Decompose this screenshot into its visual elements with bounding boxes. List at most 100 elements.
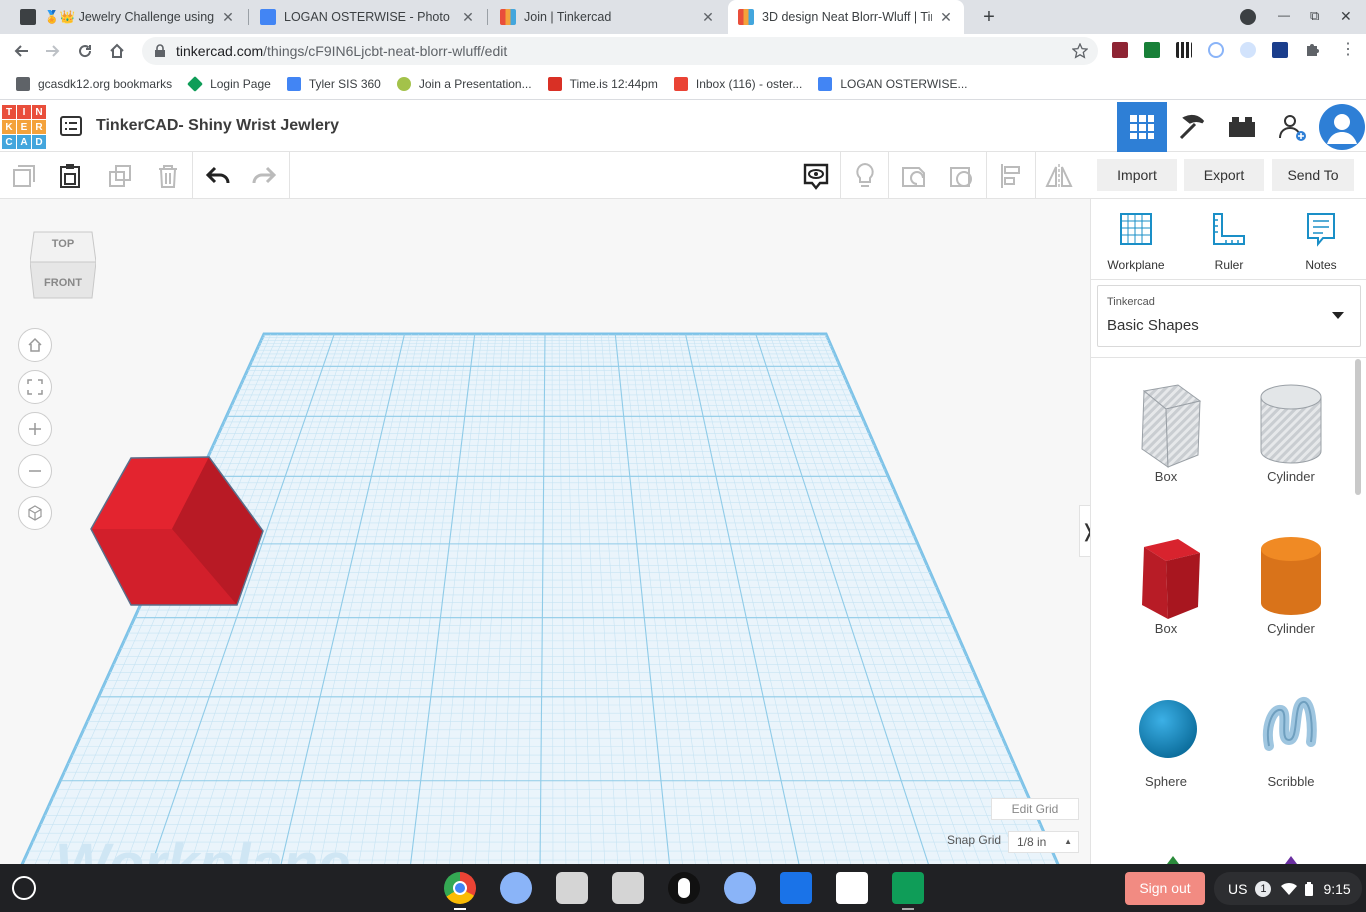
design-title[interactable]: TinkerCAD- Shiny Wrist Jewlery [96,117,339,135]
shape-library-select[interactable]: Tinkercad Basic Shapes [1097,285,1361,347]
hole-button[interactable] [946,160,978,192]
panel-collapse-toggle[interactable]: ❭ [1079,505,1090,557]
chrome-app-icon[interactable] [444,872,476,904]
bookmark-item[interactable]: Inbox (116) - oster... [666,76,811,91]
perspective-toggle-button[interactable] [18,496,52,530]
duplicate-button[interactable] [104,160,136,192]
show-all-button[interactable] [800,160,832,192]
solid-button[interactable] [898,160,930,192]
shape-hole-cylinder[interactable]: Cylinder [1236,379,1346,519]
dashlane-extension-icon[interactable] [1272,42,1288,58]
shape-scribble[interactable]: Scribble [1236,684,1346,824]
hints-button[interactable] [849,160,881,192]
bookmark-item[interactable]: Tyler SIS 360 [279,76,389,91]
close-tab-icon[interactable]: ✕ [460,9,476,26]
logo-letter: T [2,105,16,119]
redo-button[interactable] [248,160,280,192]
browser-tab[interactable]: Join | Tinkercad ✕ [490,0,726,34]
toolbar-divider [986,152,987,198]
shape-box[interactable]: Box [1111,531,1221,671]
qr-code-extension-icon[interactable] [1176,42,1192,58]
import-button[interactable]: Import [1097,159,1177,191]
notes-tool[interactable]: Notes [1286,211,1356,272]
extension-icon[interactable] [1112,42,1128,58]
shape-hole-box[interactable]: Box [1111,379,1221,519]
send-to-button[interactable]: Send To [1272,159,1354,191]
bookmark-item[interactable]: gcasdk12.org bookmarks [8,76,180,91]
shape-sphere[interactable]: Sphere [1111,684,1221,824]
kebab-menu-icon[interactable]: ⋮ [1340,42,1356,58]
close-window-button[interactable]: ✕ [1340,8,1352,25]
minimize-button[interactable]: — [1278,8,1290,22]
forward-button[interactable] [40,38,66,64]
bookmark-item[interactable]: Login Page [180,75,279,92]
invite-user-button[interactable] [1267,102,1317,152]
cone-shape-icon[interactable] [1285,856,1297,864]
edit-grid-button[interactable]: Edit Grid [991,798,1079,820]
undo-button[interactable] [202,160,234,192]
profile-button[interactable] [1317,102,1366,152]
close-tab-icon[interactable]: ✕ [220,9,236,26]
home-button[interactable] [104,38,130,64]
tab-search-icon[interactable] [1240,9,1256,25]
browser-tab[interactable]: 🏅👑 Jewelry Challenge using T ✕ [10,0,246,34]
roof-shape-icon[interactable] [1167,856,1179,864]
view-cube[interactable]: TOP FRONT [29,224,97,302]
web-app-icon[interactable] [556,872,588,904]
logo-letter: I [17,105,31,119]
snap-grid-select[interactable]: 1/8 in ▲ [1008,831,1079,853]
camera-app-icon[interactable] [724,872,756,904]
tinkercad-logo[interactable]: T I N K E R C A D [2,105,46,149]
browser-tab-active[interactable]: 3D design Neat Blorr-Wluff | Tink ✕ [728,0,964,34]
blocks-button[interactable] [1167,102,1217,152]
classroom-favicon [20,9,36,25]
toolbar-divider [192,152,193,198]
caret-up-icon: ▲ [1064,837,1072,846]
shape-cylinder[interactable]: Cylinder [1236,531,1346,671]
paste-button[interactable] [54,160,86,192]
workplane-grid[interactable]: Workplane [0,199,1090,864]
zoom-out-button[interactable] [18,454,52,488]
reload-button[interactable] [72,38,98,64]
x-app-icon[interactable] [780,872,812,904]
star-icon[interactable] [1072,43,1088,59]
status-tray[interactable]: US 1 9:15 [1214,872,1362,905]
fit-view-button[interactable] [18,370,52,404]
launcher-icon[interactable] [12,876,36,900]
bookmark-item[interactable]: LOGAN OSTERWISE... [810,76,975,91]
cloud-extension-icon[interactable] [1240,42,1256,58]
tab-divider [487,9,488,25]
camera-app-icon[interactable] [500,872,532,904]
design-list-button[interactable] [60,116,82,141]
3d-view-button[interactable] [1117,102,1167,152]
web-app-icon[interactable] [612,872,644,904]
close-tab-icon[interactable]: ✕ [938,9,954,26]
puzzle-piece-icon[interactable] [1304,42,1320,58]
new-tab-button[interactable]: + [978,6,1000,28]
linux-terminal-icon[interactable] [668,872,700,904]
mirror-button[interactable] [1043,160,1075,192]
sign-out-button[interactable]: Sign out [1125,872,1205,905]
bookmark-item[interactable]: Time.is 12:44pm [540,76,666,91]
copy-button[interactable] [8,160,40,192]
screen-capture-extension-icon[interactable] [1208,42,1224,58]
delete-button[interactable] [152,160,184,192]
workplane-tool[interactable]: Workplane [1101,211,1171,272]
sheets-extension-icon[interactable] [1144,42,1160,58]
classroom-app-icon[interactable] [892,872,924,904]
bookmark-item[interactable]: Join a Presentation... [389,76,540,91]
panel-scrollbar[interactable] [1355,359,1361,495]
bricks-button[interactable] [1217,102,1267,152]
close-tab-icon[interactable]: ✕ [700,9,716,26]
zoom-in-button[interactable] [18,412,52,446]
restore-button[interactable]: ⧉ [1310,8,1319,24]
testnav-app-icon[interactable] [836,872,868,904]
browser-tab[interactable]: LOGAN OSTERWISE - Photo Docu ✕ [250,0,486,34]
3d-viewport[interactable]: Workplane TOP FRONT Edit Grid Snap [0,199,1090,864]
align-button[interactable] [996,160,1028,192]
ruler-tool[interactable]: Ruler [1194,211,1264,272]
home-view-button[interactable] [18,328,52,362]
back-button[interactable] [8,38,34,64]
address-bar[interactable]: tinkercad.com/things/cF9IN6Ljcbt-neat-bl… [142,37,1098,65]
export-button[interactable]: Export [1184,159,1264,191]
